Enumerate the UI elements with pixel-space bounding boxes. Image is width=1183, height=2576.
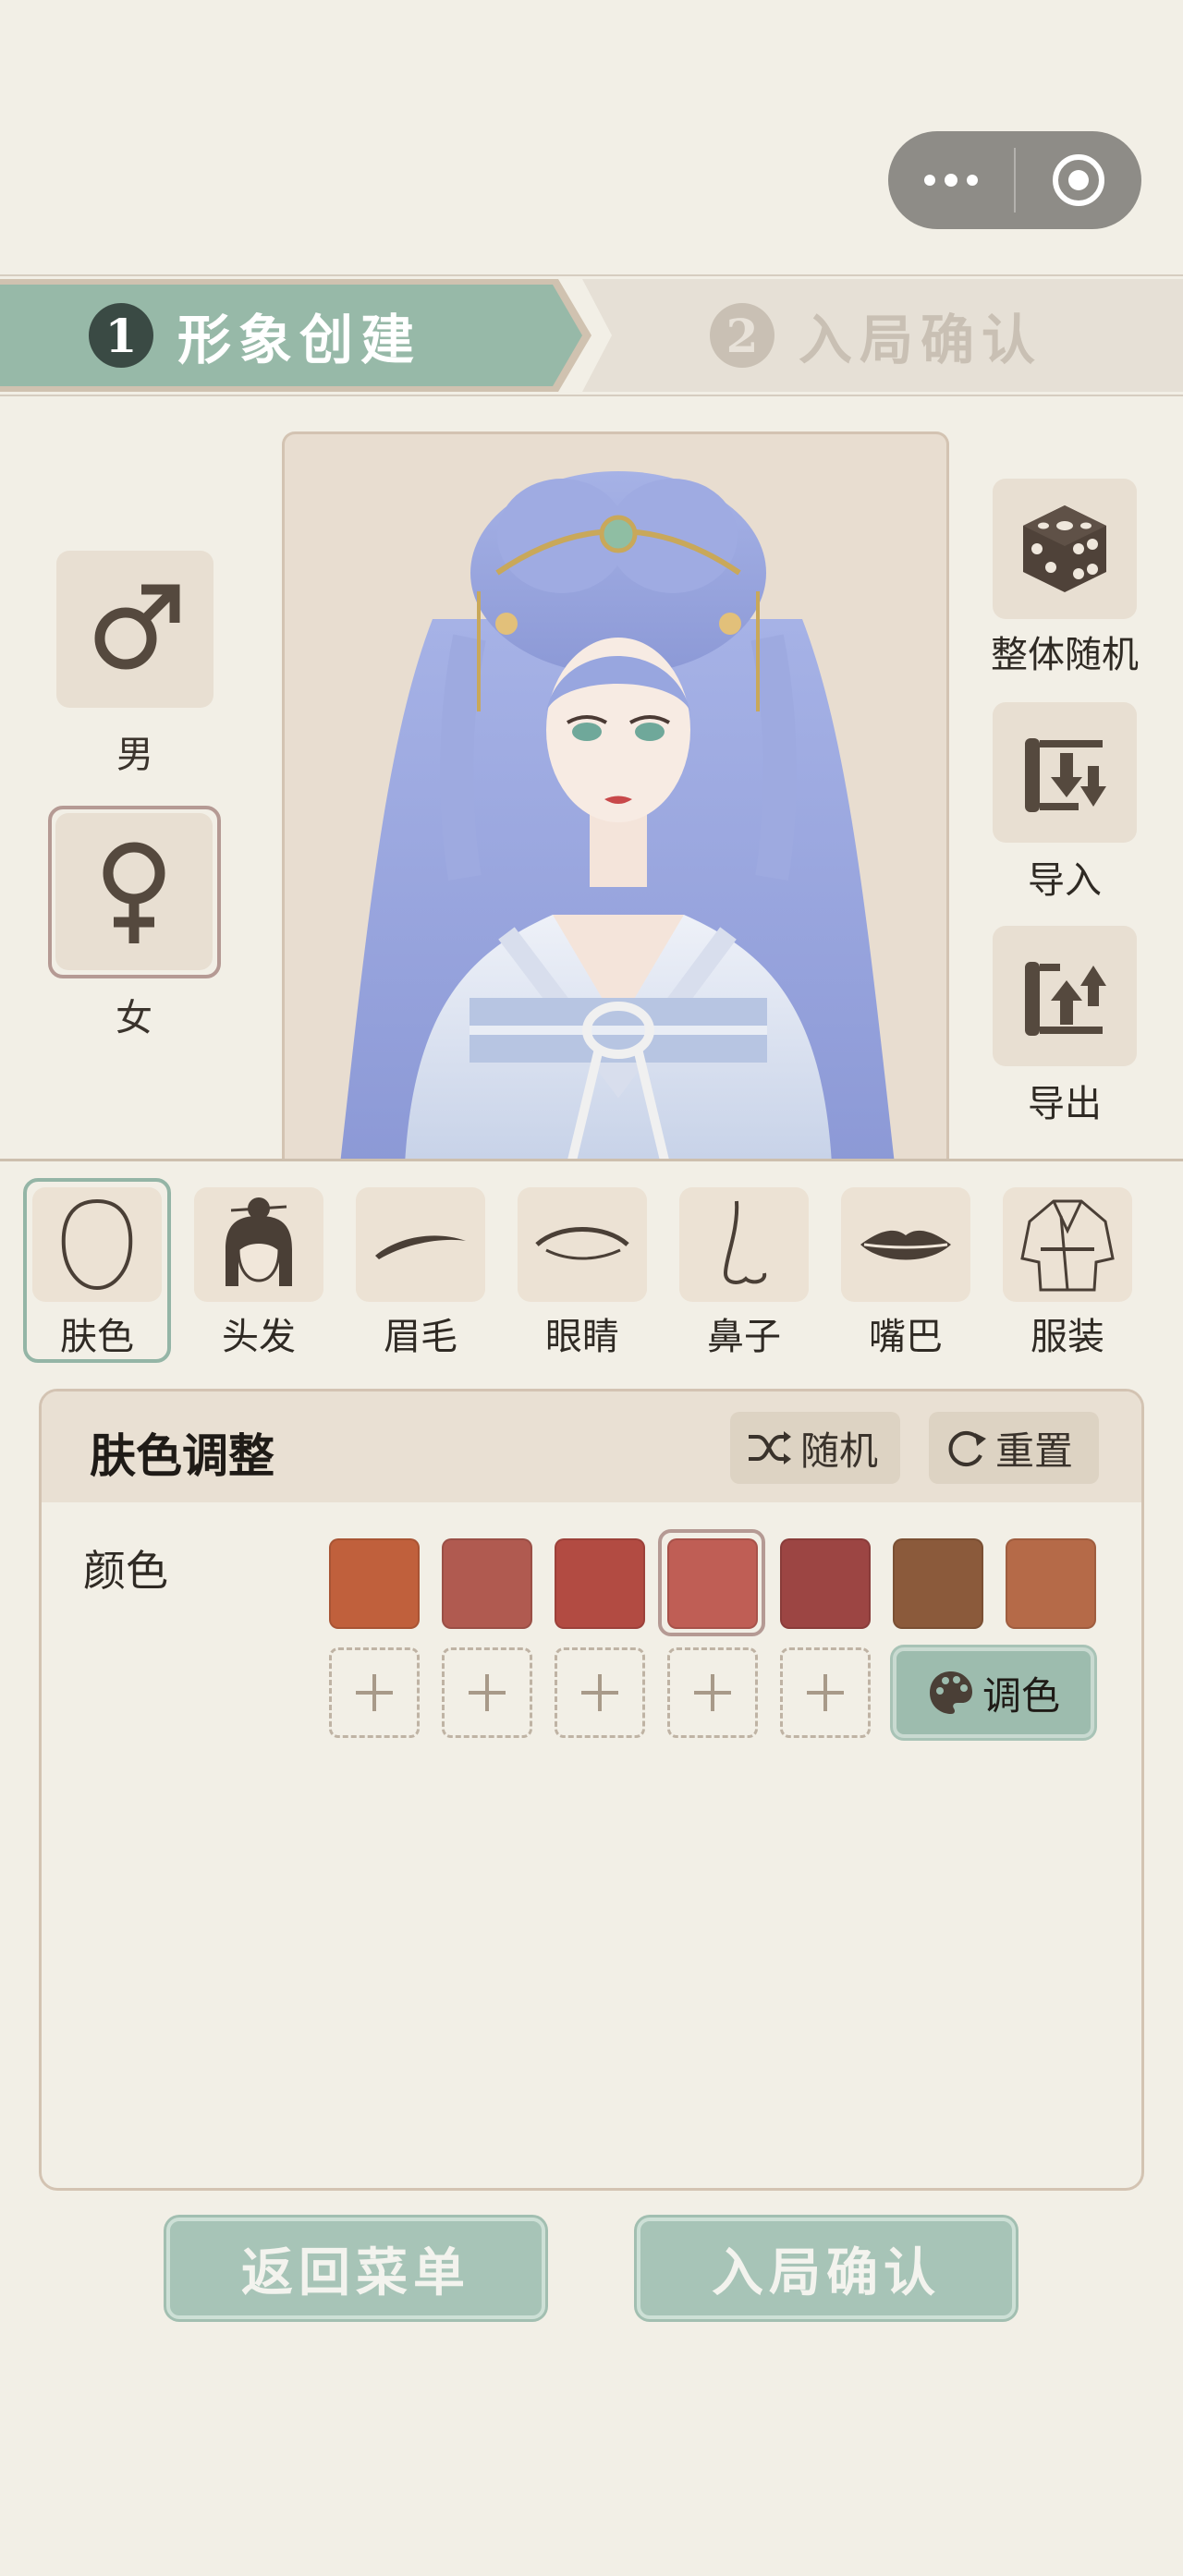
mix-color-label: 调色 (982, 1672, 1060, 1719)
add-color-slot[interactable] (667, 1647, 758, 1738)
color-swatch[interactable] (442, 1538, 532, 1629)
eyebrow-icon (375, 1235, 466, 1259)
nose-icon (723, 1200, 767, 1284)
tab-skin[interactable] (32, 1187, 162, 1302)
step-1-number: 1 (89, 303, 153, 368)
plus-icon (581, 1674, 618, 1711)
color-swatch[interactable] (893, 1538, 983, 1629)
color-swatch[interactable] (555, 1538, 645, 1629)
plus-icon (356, 1674, 393, 1711)
palette-icon (929, 1671, 972, 1714)
gender-female-button[interactable] (55, 813, 213, 970)
add-color-slot[interactable] (780, 1647, 871, 1738)
panel-random-label: 随机 (800, 1428, 879, 1474)
color-swatch[interactable] (780, 1538, 871, 1629)
target-circle-icon[interactable] (1016, 131, 1141, 229)
plus-icon (807, 1674, 844, 1711)
step-2-label: 入局确认 (799, 309, 1043, 371)
color-swatch[interactable] (329, 1538, 420, 1629)
import-label: 导入 (1028, 859, 1102, 902)
back-to-menu-button[interactable]: 返回菜单 (166, 2218, 545, 2319)
import-button[interactable] (993, 702, 1137, 843)
section-divider (0, 1159, 1183, 1161)
import-scroll-icon (1025, 738, 1106, 812)
male-symbol-icon (94, 584, 180, 670)
swatch-selected-frame (658, 1529, 765, 1636)
step-1-label: 形象创建 (177, 309, 422, 371)
step-2-number: 2 (710, 303, 774, 368)
hair-bun-icon (226, 1197, 292, 1286)
tab-eyes-label: 眼睛 (545, 1316, 619, 1358)
tab-eyebrow-label: 眉毛 (384, 1316, 457, 1358)
reset-icon (948, 1431, 986, 1466)
enter-confirm-button[interactable]: 入局确认 (637, 2218, 1016, 2319)
face-outline-icon (61, 1198, 133, 1291)
panel-random-button[interactable]: 随机 (730, 1412, 900, 1484)
tab-eyebrow[interactable] (356, 1187, 485, 1302)
panel-title: 肤色调整 (90, 1428, 274, 1483)
tab-mouth-label: 嘴巴 (869, 1316, 943, 1358)
export-label: 导出 (1028, 1083, 1102, 1125)
color-label: 颜色 (83, 1546, 168, 1596)
export-scroll-icon (1025, 962, 1106, 1036)
step-2-confirm[interactable]: 2 入局确认 (710, 273, 1043, 397)
character-portrait (282, 431, 949, 1161)
panel-header: 肤色调整 随机 重置 (42, 1391, 1141, 1502)
random-all-label: 整体随机 (991, 634, 1139, 676)
tab-eyes[interactable] (518, 1187, 647, 1302)
tab-clothing[interactable] (1003, 1187, 1132, 1302)
miniprogram-capsule (888, 131, 1141, 229)
dice-icon (1023, 505, 1106, 592)
tab-hair[interactable] (194, 1187, 323, 1302)
tab-skin-label: 肤色 (60, 1316, 134, 1358)
eye-icon (535, 1227, 629, 1260)
export-button[interactable] (993, 926, 1137, 1066)
tab-hair-label: 头发 (222, 1316, 296, 1358)
step-progress-bar: 1 形象创建 2 入局确认 (0, 273, 1183, 397)
shuffle-icon (749, 1431, 791, 1464)
gender-male-button[interactable] (56, 551, 213, 708)
tab-nose-label: 鼻子 (707, 1316, 781, 1358)
plus-icon (469, 1674, 506, 1711)
add-color-slot[interactable] (442, 1647, 532, 1738)
add-color-slot[interactable] (555, 1647, 645, 1738)
skin-adjust-panel: 肤色调整 随机 重置 (39, 1389, 1144, 2191)
tab-nose[interactable] (679, 1187, 809, 1302)
tab-mouth[interactable] (841, 1187, 970, 1302)
lips-icon (860, 1230, 951, 1260)
random-all-button[interactable] (993, 479, 1137, 619)
panel-reset-label: 重置 (995, 1428, 1074, 1474)
step-1-create-avatar[interactable]: 1 形象创建 (89, 273, 421, 397)
panel-reset-button[interactable]: 重置 (929, 1412, 1099, 1484)
female-symbol-icon (103, 842, 165, 943)
robe-icon (1020, 1199, 1115, 1292)
add-color-slot[interactable] (329, 1647, 420, 1738)
more-dots-icon[interactable] (888, 131, 1014, 229)
gender-female-label: 女 (116, 997, 152, 1039)
color-swatch[interactable] (1006, 1538, 1096, 1629)
mix-color-button[interactable]: 调色 (893, 1647, 1094, 1738)
plus-icon (694, 1674, 731, 1711)
gender-male-label: 男 (116, 734, 153, 776)
tab-clothing-label: 服装 (1031, 1316, 1104, 1358)
